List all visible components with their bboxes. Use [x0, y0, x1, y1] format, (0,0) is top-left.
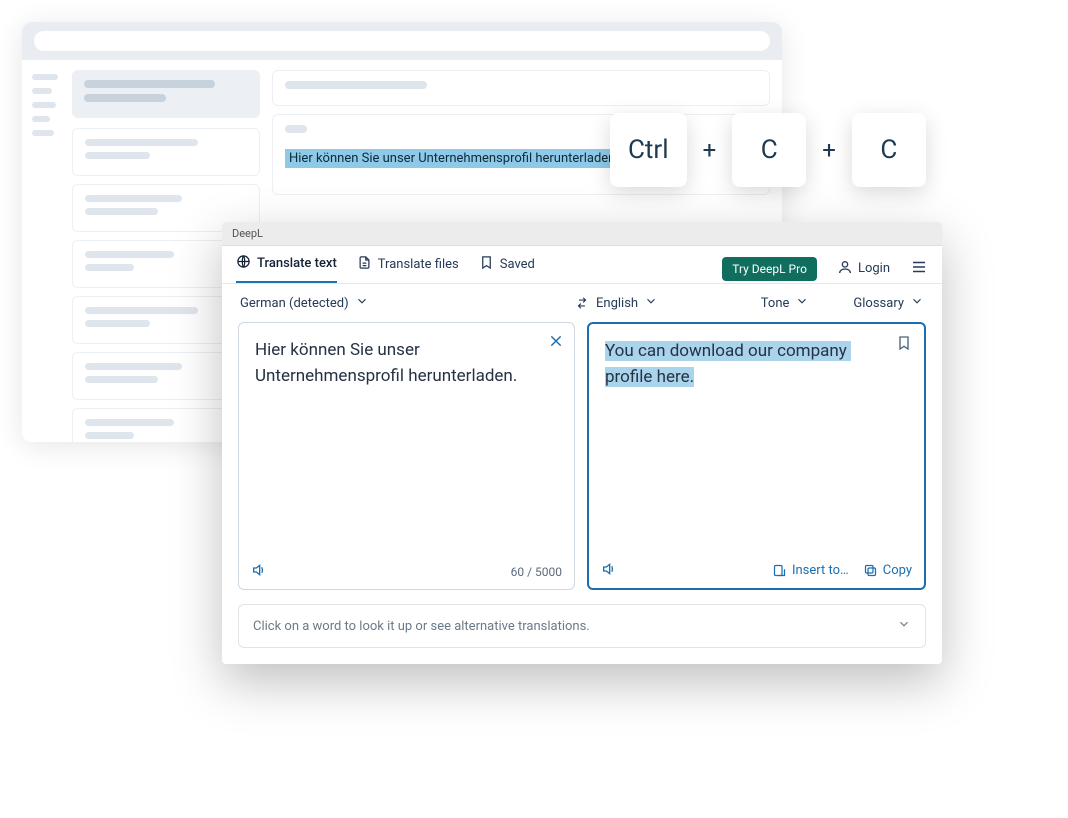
globe-icon [236, 254, 251, 273]
user-icon [837, 259, 853, 279]
target-lang-area: English Tone Glossary [596, 294, 924, 312]
clear-source-button[interactable] [548, 333, 564, 353]
chevron-down-icon [910, 294, 924, 312]
save-translation-button[interactable] [896, 334, 912, 356]
highlighted-source-text: Hier können Sie unser Unternehmensprofil… [285, 149, 619, 168]
tab-saved[interactable]: Saved [479, 255, 535, 282]
target-language-select[interactable]: English [596, 294, 658, 312]
source-language-label: German (detected) [240, 296, 349, 311]
tab-translate-files[interactable]: Translate files [357, 255, 459, 282]
insert-label: Insert to… [792, 563, 849, 578]
glossary-select[interactable]: Glossary [853, 294, 924, 312]
sidebar-card [72, 70, 260, 118]
tone-select[interactable]: Tone [761, 294, 810, 312]
chevron-down-icon [355, 294, 369, 312]
key-c-1: C [732, 113, 806, 187]
character-count: 60 / 5000 [511, 565, 562, 579]
hint-text: Click on a word to look it up or see alt… [253, 619, 590, 634]
tab-label: Translate text [257, 256, 337, 271]
insert-to-button[interactable]: Insert to… [772, 563, 849, 578]
login-button[interactable]: Login [837, 259, 890, 279]
hint-bar[interactable]: Click on a word to look it up or see alt… [238, 604, 926, 648]
speaker-icon[interactable] [601, 561, 617, 580]
key-ctrl: Ctrl [610, 113, 687, 187]
source-pane: Hier können Sie unser Unternehmensprofil… [238, 322, 575, 590]
chevron-down-icon [897, 617, 911, 635]
chevron-down-icon [644, 294, 658, 312]
menu-button[interactable] [910, 258, 928, 280]
top-tabs: Translate text Translate files Saved Try… [222, 246, 942, 284]
source-text-area[interactable]: Hier können Sie unser Unternehmensprofil… [239, 323, 574, 554]
deepl-app-window: DeepL Translate text Translate files Sav… [222, 222, 942, 664]
background-rail [22, 60, 66, 442]
chevron-down-icon [795, 294, 809, 312]
source-language-select[interactable]: German (detected) [240, 294, 369, 312]
try-pro-button[interactable]: Try DeepL Pro [722, 257, 817, 281]
source-footer: 60 / 5000 [239, 554, 574, 589]
copy-label: Copy [883, 563, 912, 578]
file-icon [357, 255, 372, 274]
target-pane: You can download our company profile her… [587, 322, 926, 590]
tone-label: Tone [761, 296, 790, 311]
target-text-area[interactable]: You can download our company profile her… [589, 324, 924, 553]
translation-panes: Hier können Sie unser Unternehmensprofil… [222, 322, 942, 590]
plus-sign: + [822, 136, 836, 164]
address-bar-area [22, 22, 782, 60]
window-title: DeepL [232, 227, 263, 240]
address-bar [34, 31, 770, 51]
source-lang-area: German (detected) [240, 294, 568, 312]
bookmark-icon [479, 255, 494, 274]
swap-languages-button[interactable] [568, 296, 596, 310]
language-bar: German (detected) English Tone Glossary [222, 284, 942, 322]
tab-label: Translate files [378, 257, 459, 272]
tab-translate-text[interactable]: Translate text [236, 254, 337, 283]
key-c-2: C [852, 113, 926, 187]
copy-button[interactable]: Copy [863, 563, 912, 578]
target-footer: Insert to… Copy [589, 553, 924, 588]
speaker-icon[interactable] [251, 562, 267, 581]
tab-label: Saved [500, 257, 535, 272]
shortcut-display: Ctrl + C + C [610, 113, 926, 187]
target-text: You can download our company profile her… [605, 341, 851, 387]
window-titlebar: DeepL [222, 222, 942, 246]
glossary-label: Glossary [853, 296, 904, 311]
login-label: Login [858, 261, 890, 276]
target-language-label: English [596, 296, 638, 311]
plus-sign: + [703, 136, 717, 164]
